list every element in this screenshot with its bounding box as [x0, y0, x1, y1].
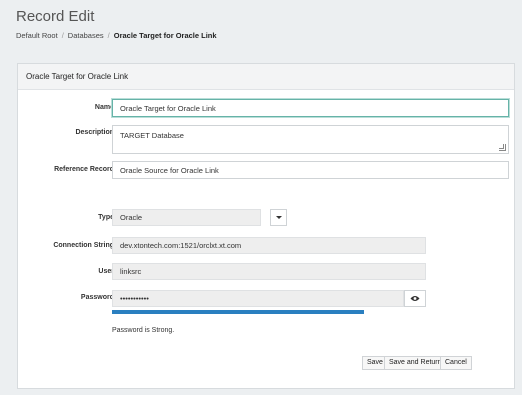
password-label: Password — [80, 294, 114, 301]
resize-grip-icon[interactable] — [499, 144, 506, 151]
breadcrumb-separator: / — [107, 31, 110, 40]
name-label: Name — [94, 104, 114, 111]
description-label: Description — [75, 129, 114, 136]
save-and-return-button[interactable]: Save and Return — [384, 356, 447, 370]
show-password-button[interactable] — [404, 290, 426, 307]
password-strength-fill — [112, 310, 364, 314]
reference-record-input[interactable]: Oracle Source for Oracle Link — [112, 161, 509, 179]
user-input[interactable]: linksrc — [112, 263, 426, 280]
breadcrumb-item-current: Oracle Target for Oracle Link — [113, 31, 217, 40]
name-input[interactable]: Oracle Target for Oracle Link — [112, 99, 509, 117]
panel-header: Oracle Target for Oracle Link — [18, 64, 514, 90]
password-input[interactable]: ••••••••••• — [112, 290, 404, 307]
connection-string-label: Connection String — [53, 242, 114, 249]
type-dropdown-button[interactable] — [270, 209, 287, 226]
reference-record-label: Reference Record — [54, 166, 114, 173]
breadcrumb-separator: / — [61, 31, 64, 40]
description-text: TARGET Database — [120, 131, 184, 140]
type-select[interactable]: Oracle — [112, 209, 261, 226]
password-strength-bar — [112, 310, 364, 314]
cancel-button[interactable]: Cancel — [440, 356, 472, 370]
page-title: Record Edit — [16, 8, 95, 25]
breadcrumb-item-root[interactable]: Default Root — [16, 31, 58, 40]
eye-icon — [410, 296, 420, 301]
type-label: Type — [98, 214, 114, 221]
breadcrumb-item-databases[interactable]: Databases — [68, 31, 104, 40]
record-panel: Oracle Target for Oracle Link Name Oracl… — [17, 63, 515, 389]
description-textarea[interactable]: TARGET Database — [112, 125, 509, 154]
chevron-down-icon — [275, 216, 282, 219]
connection-string-input[interactable]: dev.xtontech.com:1521/orclxt.xt.com — [112, 237, 426, 254]
breadcrumb: Default Root / Databases / Oracle Target… — [16, 31, 217, 40]
password-strength-text: Password is Strong. — [112, 327, 175, 334]
user-label: User — [98, 268, 114, 275]
